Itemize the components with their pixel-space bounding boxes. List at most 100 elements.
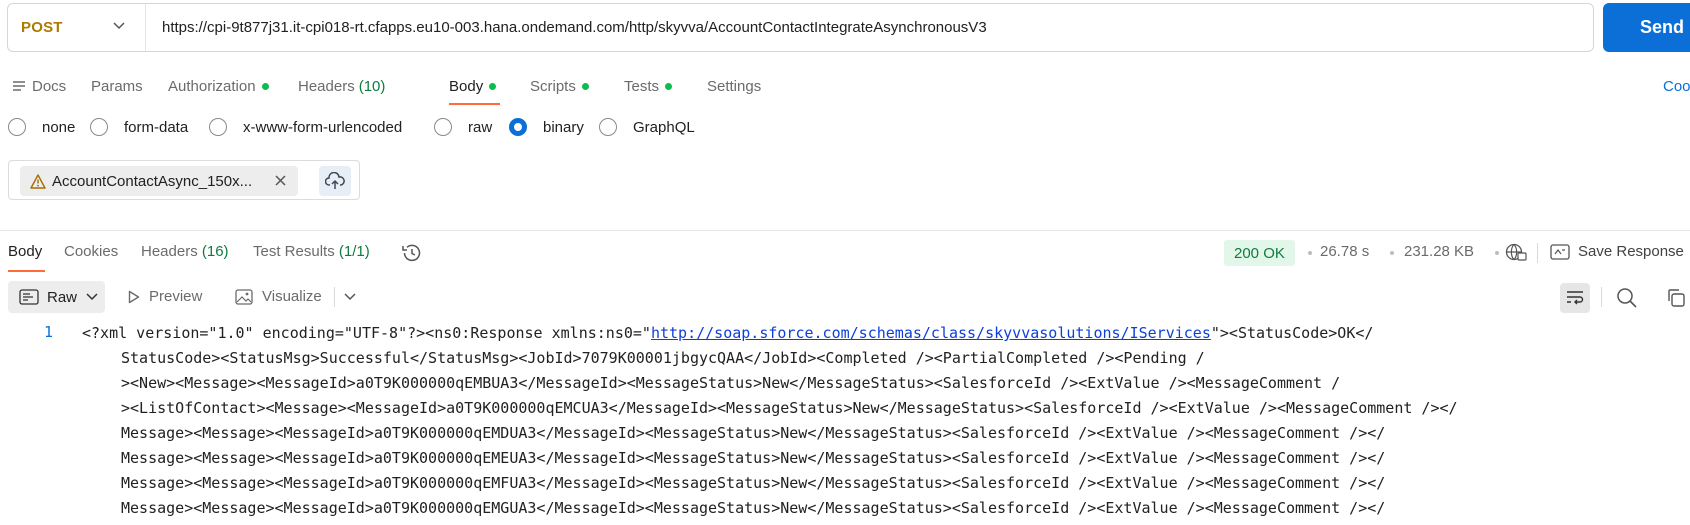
namespace-link[interactable]: http://soap.sforce.com/schemas/class/sky… (651, 324, 1211, 342)
separator-dot (1390, 251, 1394, 255)
tab-headers[interactable]: Headers (10) (298, 75, 385, 97)
radio-circle (509, 118, 527, 136)
file-chip[interactable]: AccountContactAsync_150x... (20, 166, 298, 196)
response-headers-count: (16) (201, 243, 229, 260)
chevron-down-icon[interactable] (344, 293, 356, 301)
toolbar-divider (1537, 243, 1538, 263)
headers-count: (10) (358, 77, 386, 95)
radio-raw[interactable]: raw (434, 118, 492, 136)
status-dot (665, 82, 673, 90)
method-select[interactable]: POST (8, 4, 146, 51)
copy-icon[interactable] (1666, 288, 1686, 308)
tab-body[interactable]: Body (449, 75, 497, 97)
radio-circle (209, 118, 227, 136)
warning-icon (30, 173, 46, 189)
url-bar: POST https://cpi-9t877j31.it-cpi018-rt.c… (7, 3, 1594, 52)
tab-scripts[interactable]: Scripts (530, 75, 589, 97)
preview-button[interactable]: Preview (128, 288, 202, 305)
send-button[interactable]: Send (1603, 3, 1690, 52)
code-line: Message><Message><MessageId>a0T9K000000q… (121, 449, 1386, 467)
code-line: Message><Message><MessageId>a0T9K000000q… (121, 499, 1386, 517)
radio-urlencoded-label: x-www-form-urlencoded (243, 118, 403, 136)
status-dot (581, 82, 589, 90)
radio-urlencoded[interactable]: x-www-form-urlencoded (209, 118, 402, 136)
code-line: Message><Message><MessageId>a0T9K000000q… (121, 424, 1386, 442)
toolbar-divider (334, 287, 335, 307)
radio-circle (434, 118, 452, 136)
tab-settings[interactable]: Settings (707, 75, 761, 97)
cookies-link[interactable]: Coo (1663, 78, 1690, 95)
tab-docs[interactable]: Docs (12, 75, 66, 97)
separator-dot (1308, 251, 1312, 255)
file-name: AccountContactAsync_150x... (52, 172, 253, 190)
tab-docs-label: Docs (32, 77, 67, 95)
tab-scripts-label: Scripts (530, 77, 576, 95)
status-dot (261, 82, 269, 90)
tab-params-label: Params (91, 77, 143, 95)
search-icon[interactable] (1616, 287, 1638, 309)
raw-view-select[interactable]: Raw (8, 281, 105, 313)
wrap-lines-button[interactable] (1560, 283, 1590, 313)
response-tab-cookies[interactable]: Cookies (64, 243, 118, 260)
globe-icon[interactable] (1505, 242, 1527, 262)
radio-none[interactable]: none (8, 118, 75, 136)
response-tab-test-results[interactable]: Test Results (1/1) (253, 243, 370, 260)
active-tab-indicator (449, 103, 500, 105)
radio-none-label: none (42, 118, 76, 136)
history-icon[interactable] (401, 243, 422, 263)
visualize-button[interactable]: Visualize (235, 288, 322, 305)
code-text: "><StatusCode>OK</ (1210, 324, 1374, 342)
image-icon (235, 288, 253, 305)
cloud-upload-icon (325, 172, 345, 189)
radio-circle (8, 118, 26, 136)
radio-form-data-label: form-data (124, 118, 189, 136)
test-results-count: (1/1) (338, 243, 370, 260)
code-line: <?xml version="1.0" encoding="UTF-8"?><n… (82, 323, 1373, 343)
separator-dot (1495, 251, 1499, 255)
url-input[interactable]: https://cpi-9t877j31.it-cpi018-rt.cfapps… (146, 19, 987, 36)
raw-icon (19, 289, 39, 305)
status-badge[interactable]: 200 OK (1224, 240, 1295, 266)
code-text: <?xml version="1.0" encoding="UTF-8"?><n… (82, 324, 651, 342)
tab-tests-label: Tests (624, 77, 660, 95)
response-size[interactable]: 231.28 KB (1404, 243, 1474, 260)
radio-circle (599, 118, 617, 136)
active-response-tab-indicator (8, 270, 45, 272)
save-response-button[interactable]: Save Response (1550, 243, 1684, 260)
tab-tests[interactable]: Tests (624, 75, 673, 97)
save-icon (1550, 243, 1570, 260)
raw-label: Raw (47, 288, 78, 306)
code-line: ><New><Message><MessageId>a0T9K000000qEM… (121, 374, 1341, 392)
file-selector: AccountContactAsync_150x... (8, 160, 360, 200)
tab-settings-label: Settings (707, 77, 762, 95)
response-tab-headers[interactable]: Headers (16) (141, 243, 229, 260)
wrap-icon (1567, 291, 1584, 305)
code-line: StatusCode><StatusMsg>Successful</Status… (121, 349, 1205, 367)
tab-body-label: Body (449, 77, 484, 95)
code-line: ><ListOfContact><Message><MessageId>a0T9… (121, 399, 1458, 417)
save-response-label: Save Response (1578, 243, 1684, 260)
method-label: POST (21, 19, 63, 36)
docs-icon (13, 81, 25, 91)
tab-params[interactable]: Params (91, 75, 143, 97)
radio-binary-label: binary (543, 118, 584, 136)
radio-graphql[interactable]: GraphQL (599, 118, 695, 136)
visualize-label: Visualize (262, 288, 322, 305)
preview-label: Preview (149, 288, 203, 305)
line-number: 1 (44, 323, 54, 341)
code-line: Message><Message><MessageId>a0T9K000000q… (121, 474, 1386, 492)
response-time[interactable]: 26.78 s (1320, 243, 1369, 260)
toolbar-divider (1601, 287, 1602, 307)
play-icon (128, 290, 140, 303)
request-tabs: Docs Params Authorization Headers (10) Bo… (0, 75, 1690, 105)
response-tab-body[interactable]: Body (8, 243, 42, 260)
radio-form-data[interactable]: form-data (90, 118, 188, 136)
section-divider (0, 230, 1690, 231)
upload-button[interactable] (319, 166, 351, 196)
response-tab-headers-label: Headers (141, 243, 198, 260)
status-dot (489, 82, 497, 90)
radio-binary[interactable]: binary (509, 118, 584, 136)
radio-raw-label: raw (468, 118, 493, 136)
close-icon[interactable] (274, 174, 287, 187)
tab-authorization[interactable]: Authorization (168, 75, 269, 97)
